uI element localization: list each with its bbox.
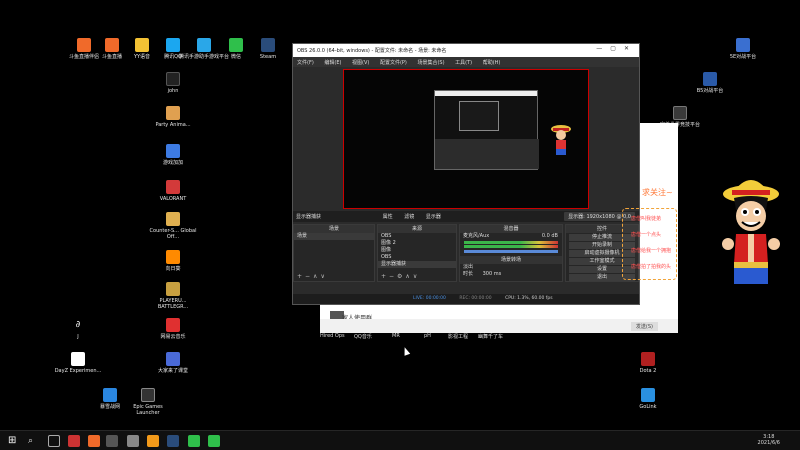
source-item[interactable]: 显示器捕获 <box>378 261 456 268</box>
pubg-icon <box>166 282 180 296</box>
filters-button[interactable]: 滤镜 <box>404 214 414 220</box>
luffy-character-image <box>722 180 780 284</box>
dayz-icon <box>71 352 85 366</box>
scene-toolbar[interactable]: +−∧∨ <box>297 273 328 280</box>
wechat-icon[interactable] <box>208 435 220 447</box>
cpu-status: CPU: 1.3%, 60.00 fps <box>505 296 553 301</box>
nested-screen-capture <box>434 90 539 170</box>
valorant-icon <box>166 180 180 194</box>
csgo-icon <box>166 212 180 226</box>
live-status: LIVE: 00:00:00 <box>413 296 446 301</box>
audio-mixer-dock: 混音器 麦克风/Aux 0.0 dB 场景转场 淡出 时长 300 ms <box>459 224 563 282</box>
preview-canvas[interactable] <box>343 69 589 209</box>
sources-dock: 来源 OBS 图像 2 图像 OBS 显示器捕获 +−⚙∧∨ <box>377 224 457 282</box>
search-icon[interactable]: ⌕ <box>28 435 40 447</box>
chat-bottom-bar: 发送(S) <box>320 319 678 333</box>
scene-item[interactable]: 场景 <box>294 233 374 240</box>
source-item[interactable]: OBS <box>378 233 456 240</box>
dota2-icon <box>641 352 655 366</box>
wechat-icon <box>229 38 243 52</box>
douyu-icon[interactable] <box>88 435 100 447</box>
source-item[interactable]: 图像 <box>378 247 456 254</box>
sunflower-icon <box>166 250 180 264</box>
menu-help[interactable]: 帮助(H) <box>483 60 501 66</box>
duration-input[interactable]: 300 ms <box>483 271 502 277</box>
overlay-sticker: 唐僧叫我徒弟 唐僧一个点头 唐僧给我一个拥抱 唐僧拍了拍我的头 <box>622 208 677 280</box>
epic-games-icon <box>141 388 155 402</box>
volume-meter <box>464 245 558 248</box>
classroom-icon <box>166 352 180 366</box>
app-icon[interactable] <box>68 435 80 447</box>
mixer-track-name: 麦克风/Aux <box>463 233 490 239</box>
desktop-icon-dota2[interactable]: Dota 2 <box>622 352 674 374</box>
j-icon: ∂ <box>71 318 85 332</box>
desktop-icon-netease-music[interactable]: 网易云音乐 <box>147 318 199 340</box>
desktop-icon-youxijiajia[interactable]: 游戏加加 <box>147 144 199 166</box>
desktop-icon-valorant[interactable]: VALORANT <box>147 180 199 202</box>
clock[interactable]: 3:18 2021/6/6 <box>758 434 780 446</box>
menu-bar: 文件(F) 编辑(E) 视图(V) 配置文件(P) 场景集合(S) 工具(T) … <box>293 57 639 67</box>
window-controls[interactable]: —▢✕ <box>596 45 637 52</box>
battlenet-icon <box>103 388 117 402</box>
obs-icon[interactable] <box>106 435 118 447</box>
party-animals-icon <box>166 106 180 120</box>
desktop-icon-5e[interactable]: 5E对战平台 <box>717 38 769 60</box>
b5-icon <box>703 72 717 86</box>
status-bar: LIVE: 00:00:00 REC: 00:00:00 CPU: 1.3%, … <box>293 294 639 304</box>
desktop-icon-golink[interactable]: GoLink <box>622 388 674 410</box>
app-icon[interactable] <box>127 435 139 447</box>
mixer-db: 0.0 dB <box>541 233 558 239</box>
taskbar: ⊞ ⌕ 3:18 2021/6/6 <box>0 430 800 450</box>
luffy-mini-image <box>551 125 571 155</box>
desktop-icon-party-animals[interactable]: Party Anima... <box>147 106 199 128</box>
properties-button[interactable]: 属性 <box>383 214 393 220</box>
desktop-icon-b5[interactable]: B5对战平台 <box>684 72 736 94</box>
rec-status: REC: 00:00:00 <box>459 296 492 301</box>
desktop-icon-class[interactable]: 大家来了课堂 <box>147 352 199 374</box>
perfect-world-icon <box>673 106 687 120</box>
game-booster-icon <box>166 144 180 158</box>
5e-icon <box>736 38 750 52</box>
netease-music-icon <box>166 318 180 332</box>
source-toolbar[interactable]: +−⚙∧∨ <box>381 273 420 280</box>
source-item[interactable]: 图像 2 <box>378 240 456 247</box>
menu-scene-collection[interactable]: 场景集合(S) <box>417 60 444 66</box>
golink-icon <box>641 388 655 402</box>
window-title: OBS 26.0.0 (64-bit, windows) - 配置文件: 未命名… <box>297 48 447 54</box>
transition-select[interactable]: 淡出 <box>460 264 562 271</box>
wechat-icon[interactable] <box>188 435 200 447</box>
menu-file[interactable]: 文件(F) <box>297 60 314 66</box>
steam-icon <box>261 38 275 52</box>
desktop-icon-john[interactable]: john <box>147 72 199 94</box>
volume-slider[interactable] <box>464 250 558 253</box>
task-view-icon[interactable] <box>48 435 60 447</box>
app-icon[interactable] <box>147 435 159 447</box>
send-button[interactable]: 发送(S) <box>630 322 658 331</box>
tencent-games-icon <box>197 38 211 52</box>
source-item[interactable]: OBS <box>378 254 456 261</box>
desktop-icon-dayz[interactable]: DayZ Experimen... <box>52 352 104 374</box>
desktop-icon-epic[interactable]: Epic Games Launcher <box>122 388 174 416</box>
obs-window[interactable]: OBS 26.0.0 (64-bit, windows) - 配置文件: 未命名… <box>292 43 640 305</box>
windows-start-icon[interactable]: ⊞ <box>8 435 20 447</box>
desktop-icon-j[interactable]: ∂ J <box>52 318 104 340</box>
desktop-icon-pubg[interactable]: PLAYERU... BATTLEGR... <box>147 282 199 310</box>
menu-profile[interactable]: 配置文件(P) <box>380 60 407 66</box>
source-controls-bar: 显示器捕获 属性 滤镜 显示器 显示器: 1920x1080 @ 0,0 <box>293 211 639 222</box>
desktop-icon-sunlogin[interactable]: 向日葵 <box>147 250 199 272</box>
window-title-bar[interactable]: OBS 26.0.0 (64-bit, windows) - 配置文件: 未命名… <box>293 44 639 57</box>
menu-tools[interactable]: 工具(T) <box>455 60 472 66</box>
follow-text: 求关注~ <box>642 188 673 197</box>
desktop-icon-steam[interactable]: Steam <box>242 38 294 60</box>
volume-meter <box>464 241 558 244</box>
desktop-icon-csgo[interactable]: Counter-S... Global Off... <box>147 212 199 240</box>
menu-edit[interactable]: 编辑(E) <box>324 60 341 66</box>
scenes-dock: 场景 场景 +−∧∨ <box>293 224 375 282</box>
steam-icon[interactable] <box>167 435 179 447</box>
folder-icon <box>166 72 180 86</box>
menu-view[interactable]: 视图(V) <box>352 60 369 66</box>
